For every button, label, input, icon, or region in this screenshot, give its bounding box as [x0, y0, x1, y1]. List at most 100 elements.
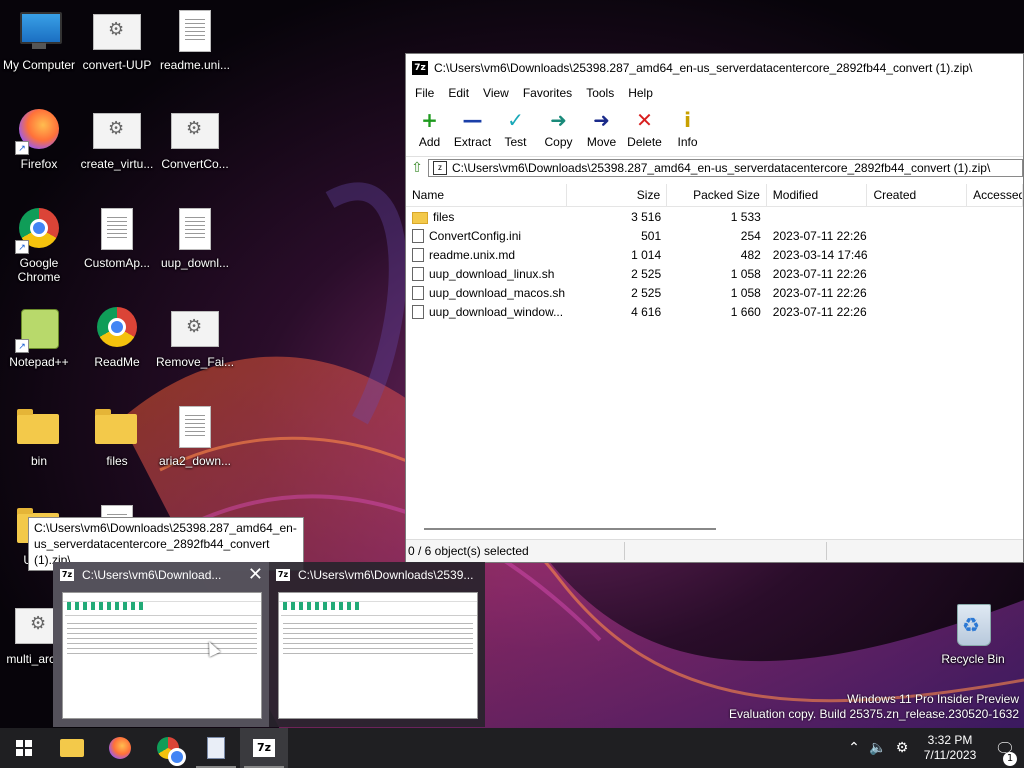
7zip-logo-icon: 7z	[276, 569, 290, 581]
table-row[interactable]: uup_download_window... 4 616 1 660 2023-07-…	[406, 302, 1023, 321]
address-input[interactable]: z C:\Users\vm6\Downloads\25398.287_amd64…	[428, 159, 1023, 177]
desktop-icon-my-computer[interactable]: My Computer	[0, 8, 78, 72]
plus-icon: +	[421, 108, 438, 132]
shortcut-arrow-icon: ↗	[15, 339, 29, 353]
row-name-cell: uup_download_window...	[406, 304, 567, 319]
row-packed-cell: 254	[740, 228, 761, 243]
table-row[interactable]: readme.unix.md 1 014 482 2023-03-14 17:46	[406, 245, 1023, 264]
column-header-name[interactable]: Name	[406, 184, 568, 206]
delete-button[interactable]: ✕ Delete	[623, 104, 666, 149]
desktop-icon-label: Remove_Fai...	[156, 355, 235, 369]
thumbnail-title: C:\Users\vm6\Download...	[82, 568, 222, 582]
menu-favorites[interactable]: Favorites	[516, 86, 579, 100]
row-modified-cell: 2023-07-11 22:26	[772, 285, 867, 300]
up-folder-icon[interactable]: ⇧	[406, 160, 428, 176]
start-button[interactable]	[0, 728, 48, 768]
desktop-icon-label: ReadMe	[94, 355, 140, 369]
toolbar-label: Info	[677, 135, 698, 149]
gear-icon[interactable]: ⚙	[890, 740, 914, 756]
arrow-right-icon: ➜	[550, 108, 567, 132]
desktop-icon-readme[interactable]: ReadMe	[78, 305, 156, 369]
recycle-bin-icon: ♻	[949, 602, 997, 650]
desktop-icon-firefox[interactable]: ↗ Firefox	[0, 107, 78, 171]
desktop-icon-recycle-bin[interactable]: ♻ Recycle Bin	[934, 602, 1012, 666]
table-row[interactable]: files 3 516 1 533	[406, 207, 1023, 226]
row-size-cell: 2 525	[631, 285, 662, 300]
row-modified-cell: 2023-07-11 22:26	[772, 304, 867, 319]
build-watermark: Windows 11 Pro Insider Preview Evaluatio…	[729, 692, 1019, 722]
7zip-logo-icon: 7z	[412, 61, 428, 75]
column-header-packed-size[interactable]: Packed Size	[667, 184, 767, 206]
test-button[interactable]: ✓ Test	[494, 104, 537, 149]
menu-tools[interactable]: Tools	[579, 86, 621, 100]
shortcut-arrow-icon: ↗	[15, 240, 29, 254]
clock-time: 3:32 PM	[927, 733, 973, 747]
column-header-created[interactable]: Created	[867, 184, 968, 206]
desktop-icon-label: files	[106, 454, 128, 468]
thumbnail-window-1[interactable]: 7z C:\Users\vm6\Download... ✕	[53, 562, 269, 727]
desktop-icon-customappsList[interactable]: CustomAp...	[78, 206, 156, 270]
desktop-icon-label: aria2_down...	[158, 454, 232, 468]
row-name: files	[433, 209, 455, 224]
desktop-icon-label: ConvertCo...	[161, 157, 229, 171]
row-size-cell: 2 525	[631, 266, 662, 281]
desktop-icon-label: Google Chrome	[17, 256, 61, 284]
desktop-icon-notepad-plus-plus[interactable]: ↗ Notepad++	[0, 305, 78, 369]
row-name: uup_download_linux.sh	[429, 266, 555, 281]
folder-icon	[412, 211, 428, 224]
taskbar-chrome[interactable]	[144, 728, 192, 768]
toolbar-label: Copy	[544, 135, 573, 149]
desktop-icon-label: CustomAp...	[83, 256, 151, 270]
column-header-modified[interactable]: Modified	[767, 184, 868, 206]
desktop-icon-convert-uup[interactable]: ⚙ convert-UUP	[78, 8, 156, 72]
status-bar: 0 / 6 object(s) selected	[406, 539, 1023, 562]
taskbar-file-explorer[interactable]	[48, 728, 96, 768]
window-titlebar[interactable]: 7z C:\Users\vm6\Downloads\25398.287_amd6…	[406, 54, 1023, 82]
speaker-icon[interactable]: 🔈	[866, 740, 890, 756]
firefox-icon: ↗	[15, 107, 63, 155]
clock-date: 7/11/2023	[923, 748, 977, 762]
move-button[interactable]: ➜ Move	[580, 104, 623, 149]
table-row[interactable]: uup_download_linux.sh 2 525 1 058 2023-07-1…	[406, 264, 1023, 283]
arrow-right-icon: ➜	[593, 108, 610, 132]
extract-button[interactable]: — Extract	[451, 104, 494, 149]
file-icon	[412, 266, 424, 281]
thumbnail-window-2[interactable]: 7z C:\Users\vm6\Downloads\2539...	[269, 562, 485, 727]
clock[interactable]: 3:32 PM 7/11/2023	[914, 733, 986, 763]
table-row[interactable]: ConvertConfig.ini 501 254 2023-07-11 22:26	[406, 226, 1023, 245]
desktop-icon-files-folder[interactable]: files	[78, 404, 156, 468]
row-modified-cell: 2023-07-11 22:26	[772, 228, 867, 243]
add-button[interactable]: + Add	[408, 104, 451, 149]
info-button[interactable]: i Info	[666, 104, 709, 149]
desktop-icon-uup-download[interactable]: uup_downl...	[156, 206, 234, 270]
table-row[interactable]: uup_download_macos.sh 2 525 1 058 2023-07-1…	[406, 283, 1023, 302]
desktop-icon-aria2-download[interactable]: aria2_down...	[156, 404, 234, 468]
desktop-icon-bin-folder[interactable]: bin	[0, 404, 78, 468]
row-name-cell: readme.unix.md	[406, 247, 567, 262]
desktop-icon-readme-unix[interactable]: readme.uni...	[156, 8, 234, 72]
chevron-up-icon[interactable]: ⌃	[842, 740, 866, 756]
desktop-icon-create-virtual[interactable]: ⚙ create_virtu...	[78, 107, 156, 171]
menu-file[interactable]: File	[408, 86, 441, 100]
desktop-icon-google-chrome[interactable]: ↗ Google Chrome	[0, 206, 78, 284]
taskbar-7zip[interactable]: 7z	[240, 728, 288, 768]
taskbar-thumbnail-popup: 7z C:\Users\vm6\Download... ✕ 7z C:\Users\…	[53, 562, 485, 727]
desktop-icon-remove-failed[interactable]: ⚙ Remove_Fai...	[156, 305, 234, 369]
menu-edit[interactable]: Edit	[441, 86, 476, 100]
taskbar-firefox[interactable]	[96, 728, 144, 768]
copy-button[interactable]: ➜ Copy	[537, 104, 580, 149]
menu-help[interactable]: Help	[621, 86, 660, 100]
taskbar-notepad[interactable]	[192, 728, 240, 768]
zip-icon: z	[433, 161, 447, 175]
notification-button[interactable]: 🗨 1	[986, 739, 1024, 766]
horizontal-scrollbar[interactable]	[424, 528, 716, 530]
close-icon[interactable]: ✕	[248, 564, 263, 585]
document-icon	[171, 8, 219, 56]
column-header-accessed[interactable]: Accessed	[967, 184, 1023, 206]
desktop-icon-convertconfig[interactable]: ⚙ ConvertCo...	[156, 107, 234, 171]
desktop-icon-label: My Computer	[2, 58, 76, 72]
file-icon	[412, 285, 424, 300]
menu-view[interactable]: View	[476, 86, 516, 100]
column-header-size[interactable]: Size	[567, 184, 668, 206]
row-size-cell: 3 516	[631, 209, 662, 224]
